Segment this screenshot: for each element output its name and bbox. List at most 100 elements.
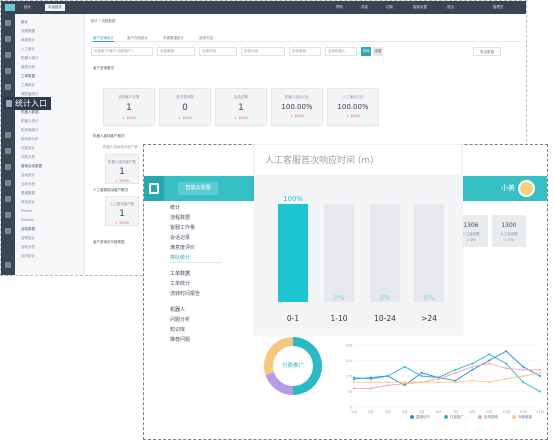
series-point[interactable] bbox=[522, 381, 525, 384]
legend-item[interactable]: 外部链接 bbox=[512, 414, 532, 420]
nav-item[interactable]: 满意度评价 bbox=[170, 245, 195, 252]
nav-item[interactable]: 客服工作量 bbox=[170, 225, 195, 232]
sidebar-item[interactable]: Profiles bbox=[21, 218, 34, 223]
nav-item[interactable]: 推荐问题 bbox=[170, 337, 190, 344]
series-point[interactable] bbox=[505, 367, 508, 370]
top-tab-stats[interactable]: 统计 bbox=[21, 4, 34, 11]
top-settings-link[interactable]: 客服设置 bbox=[413, 4, 427, 11]
series-point[interactable] bbox=[522, 375, 525, 377]
phone-icon[interactable] bbox=[5, 148, 11, 154]
sidebar-item[interactable]: 自助分析 bbox=[21, 245, 35, 250]
filter-agent-select[interactable]: 全部客服 bbox=[289, 47, 321, 56]
sidebar-item[interactable]: 机器人统计 bbox=[21, 56, 39, 61]
nav-item[interactable]: 流程数据 bbox=[170, 215, 190, 222]
nav-item[interactable]: 问题分析 bbox=[170, 317, 190, 324]
series-point[interactable] bbox=[454, 381, 457, 384]
home-icon[interactable] bbox=[5, 20, 11, 26]
series-point[interactable] bbox=[488, 362, 491, 365]
nav-item[interactable]: 排队统计 bbox=[170, 255, 222, 263]
user-icon[interactable] bbox=[5, 52, 11, 58]
series-line-直接访问[interactable] bbox=[353, 350, 541, 386]
series-point[interactable] bbox=[488, 353, 491, 356]
tab-consult-stats[interactable]: 客户咨询统计 bbox=[93, 34, 114, 42]
sidebar-item[interactable]: 问答分析 bbox=[21, 155, 35, 160]
sidebar-item[interactable]: 报表分析 bbox=[21, 65, 35, 70]
series-point[interactable] bbox=[369, 381, 372, 384]
legend-item[interactable]: 付费推广 bbox=[444, 414, 464, 420]
series-point[interactable] bbox=[403, 365, 406, 368]
donut-slice-自然搜索[interactable] bbox=[264, 337, 293, 375]
series-point[interactable] bbox=[353, 381, 355, 384]
top-message-link[interactable]: 消息 bbox=[361, 4, 368, 11]
series-point[interactable] bbox=[471, 379, 474, 382]
series-point[interactable] bbox=[454, 368, 457, 371]
robot-icon[interactable] bbox=[5, 84, 11, 90]
sidebar-item[interactable]: 知识库统计 bbox=[21, 128, 39, 133]
top-help-link[interactable]: 帮助 bbox=[336, 4, 343, 11]
series-point[interactable] bbox=[369, 387, 372, 390]
series-point[interactable] bbox=[471, 368, 474, 371]
series-point[interactable] bbox=[420, 381, 423, 384]
sidebar-item[interactable]: 流程数据 bbox=[21, 29, 35, 34]
series-point[interactable] bbox=[437, 381, 440, 384]
sidebar-item[interactable]: 自助统计 bbox=[21, 236, 35, 241]
filter-channel-select[interactable]: 全部渠道 bbox=[157, 47, 195, 56]
gear-icon[interactable] bbox=[5, 228, 11, 234]
series-point[interactable] bbox=[539, 368, 541, 371]
series-point[interactable] bbox=[488, 381, 491, 384]
tab-consult-content[interactable]: 咨询内容 bbox=[199, 34, 213, 42]
series-point[interactable] bbox=[522, 368, 525, 371]
series-point[interactable] bbox=[420, 375, 423, 377]
series-point[interactable] bbox=[505, 362, 508, 365]
nav-item[interactable]: 会话记录 bbox=[170, 235, 190, 242]
sidebar-item[interactable]: 消息统计 bbox=[21, 38, 35, 43]
series-point[interactable] bbox=[505, 350, 508, 353]
sidebar-item[interactable]: 转化统计 bbox=[21, 200, 35, 205]
legend-item[interactable]: 直接访问 bbox=[410, 414, 430, 420]
series-point[interactable] bbox=[403, 381, 406, 384]
tag-icon[interactable] bbox=[5, 180, 11, 186]
grid-icon[interactable] bbox=[5, 212, 11, 218]
legend-item[interactable]: 自然搜索 bbox=[478, 414, 498, 420]
nav-item[interactable]: 流转时间报告 bbox=[170, 291, 200, 298]
series-point[interactable] bbox=[471, 365, 474, 368]
nav-item[interactable]: 知识库 bbox=[170, 327, 185, 334]
user-name[interactable]: 小美 bbox=[501, 183, 515, 194]
series-point[interactable] bbox=[539, 375, 541, 377]
series-point[interactable] bbox=[437, 378, 440, 381]
top-tab-platform[interactable]: 平台统计 bbox=[45, 4, 65, 11]
nav-item[interactable]: 工单统计 bbox=[170, 281, 190, 288]
top-logout-link[interactable]: 退出 bbox=[447, 4, 454, 11]
chat-icon[interactable] bbox=[5, 36, 11, 42]
query-button[interactable]: 查询 bbox=[361, 47, 371, 56]
reset-button[interactable]: 重置 bbox=[373, 47, 383, 56]
tab-channel-stats[interactable]: 来源渠道统计 bbox=[163, 34, 184, 42]
filter-robot-select[interactable]: 全部机器人 bbox=[325, 47, 357, 56]
top-switch-link[interactable]: 切换 bbox=[386, 4, 393, 11]
sidebar-item[interactable]: 人工统计 bbox=[21, 47, 35, 52]
sidebar-item[interactable]: 访问统计 bbox=[21, 254, 35, 259]
sidebar-item[interactable]: 机器人统计 bbox=[21, 119, 39, 124]
bar-0-1[interactable] bbox=[278, 204, 308, 302]
series-point[interactable] bbox=[386, 384, 389, 387]
sidebar-item[interactable]: Profile bbox=[21, 209, 32, 214]
series-point[interactable] bbox=[420, 371, 423, 374]
filter-terminal-select[interactable]: 全部终端 bbox=[199, 47, 237, 56]
series-point[interactable] bbox=[386, 381, 389, 384]
series-point[interactable] bbox=[505, 378, 508, 381]
help-icon[interactable] bbox=[5, 262, 11, 268]
series-point[interactable] bbox=[454, 371, 457, 374]
series-point[interactable] bbox=[539, 390, 541, 393]
mail-icon[interactable] bbox=[5, 132, 11, 138]
sidebar-item[interactable]: 问答统计 bbox=[21, 146, 35, 151]
export-button[interactable]: 导出数据 bbox=[473, 47, 501, 56]
top-admin-menu[interactable]: 管理员 bbox=[493, 4, 504, 11]
sidebar-item[interactable]: 工单统计 bbox=[21, 83, 35, 88]
app-name[interactable]: 智能云客服 bbox=[178, 182, 218, 195]
series-point[interactable] bbox=[471, 362, 474, 365]
series-point[interactable] bbox=[369, 378, 372, 381]
series-point[interactable] bbox=[522, 365, 525, 368]
sidebar-item[interactable]: 活动统计 bbox=[21, 173, 35, 178]
series-point[interactable] bbox=[353, 376, 355, 379]
series-line-外部链接[interactable] bbox=[354, 372, 541, 383]
